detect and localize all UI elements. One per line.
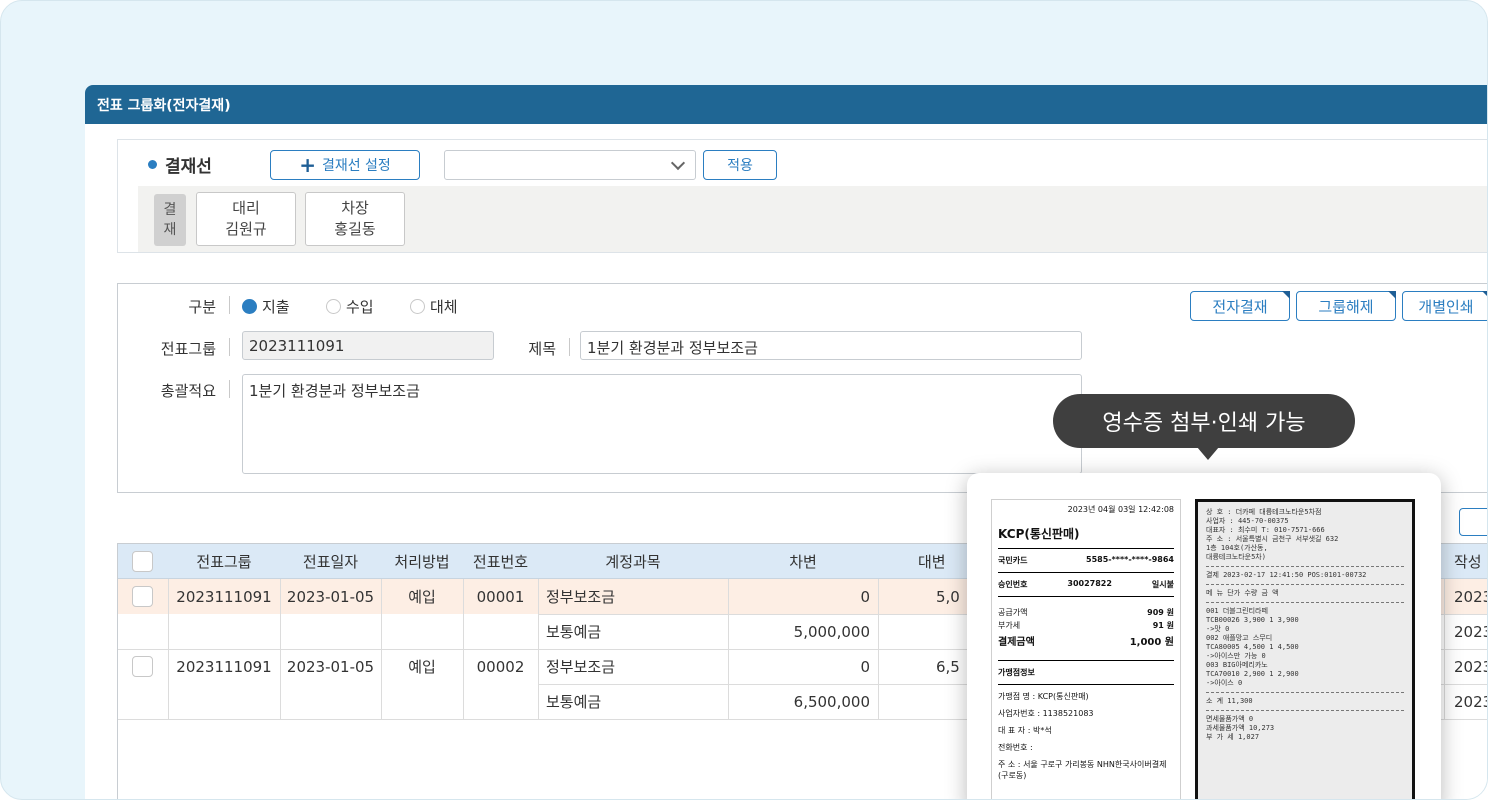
divider [229, 380, 230, 398]
cell-debit[interactable]: 6,500,000 [728, 684, 870, 719]
type-label: 구분 [188, 298, 216, 316]
cell-account[interactable]: 정부보조금 [546, 579, 726, 614]
voucher-form: 구분 지출 수입 대체 전자결재 그룹해제 개별인쇄 전표그룹 20231110… [117, 283, 1487, 493]
bullet-dot-icon [148, 160, 157, 169]
screenshot-frame: 전표 그룹화(전자결재) 결재선 + 결재선 설정 적용 결 재 대리 김원규 … [0, 0, 1488, 800]
divider [998, 684, 1174, 685]
summary-textarea[interactable]: 1분기 환경분과 정부보조금 [242, 374, 1082, 474]
column-header[interactable]: 전표일자 [280, 544, 381, 579]
cell-account[interactable]: 보통예금 [546, 684, 726, 719]
cell-account[interactable]: 보통예금 [546, 614, 726, 649]
column-header[interactable]: 차변 [728, 544, 878, 579]
divider [229, 296, 230, 314]
divider [998, 596, 1174, 597]
approver-card[interactable]: 대리 김원규 [196, 192, 296, 246]
column-header[interactable]: 전표번호 [463, 544, 538, 579]
divider [998, 660, 1174, 661]
group-label: 전표그룹 [160, 340, 216, 358]
column-header[interactable]: 전표그룹 [168, 544, 280, 579]
column-header[interactable]: 처리방법 [381, 544, 463, 579]
cell-voucher-number[interactable]: 00001 [463, 579, 538, 614]
card-receipt-image: 2023년 04월 03일 12:42:08 KCP(통신판매) 국민카드 558… [991, 499, 1181, 799]
row-checkbox[interactable] [132, 656, 153, 677]
column-header[interactable]: 계정과목 [538, 544, 728, 579]
ungroup-button[interactable]: 그룹해제 [1296, 291, 1396, 321]
col-divider [538, 579, 539, 719]
radio-expense[interactable]: 지출 [242, 296, 290, 317]
cell-voucher-date[interactable]: 2023-01-05 [280, 649, 381, 684]
cell-method[interactable]: 예입 [381, 579, 463, 614]
divider [229, 338, 230, 356]
chevron-down-icon [670, 155, 686, 171]
voucher-group-field[interactable]: 2023111091 [242, 331, 494, 360]
receipt-tooltip: 영수증 첨부·인쇄 가능 [1053, 394, 1355, 448]
cell-voucher-group[interactable]: 2023111091 [168, 579, 280, 614]
radio-checked-icon [242, 299, 257, 314]
plus-icon: + [299, 153, 316, 177]
cell-voucher-number[interactable]: 00002 [463, 649, 538, 684]
approver-card[interactable]: 차장 홍길동 [305, 192, 405, 246]
approval-line-select[interactable] [444, 150, 696, 180]
cell-writer[interactable]: 2023 [1454, 579, 1487, 614]
row-checkbox[interactable] [132, 586, 153, 607]
radio-transfer[interactable]: 대체 [410, 296, 458, 317]
cell-writer[interactable]: 2023 [1454, 684, 1487, 719]
approval-line-title: 결재선 [148, 152, 212, 177]
divider [998, 548, 1174, 549]
col-divider [1444, 579, 1445, 719]
receipt-preview-popup: 2023년 04월 03일 12:42:08 KCP(통신판매) 국민카드 558… [967, 473, 1441, 799]
column-header[interactable]: 작성 [1454, 544, 1487, 579]
approver-strip: 결 재 대리 김원규 차장 홍길동 [138, 186, 1487, 252]
cell-voucher-group[interactable]: 2023111091 [168, 649, 280, 684]
window-title: 전표 그룹화(전자결재) [85, 85, 1487, 124]
tooltip-arrow [1197, 447, 1219, 460]
radio-unchecked-icon [326, 299, 341, 314]
cell-voucher-date[interactable]: 2023-01-05 [280, 579, 381, 614]
cell-writer[interactable]: 2023 [1454, 614, 1487, 649]
cell-debit[interactable]: 0 [728, 649, 870, 684]
cafe-receipt-text: 상 호 : 더카페 대륭테크노타운5차점 사업자 : 445-70-00375 … [1198, 502, 1412, 799]
receipt-merchant-title: KCP(통신판매) [998, 527, 1080, 541]
cell-account[interactable]: 정부보조금 [546, 649, 726, 684]
e-approval-button[interactable]: 전자결재 [1190, 291, 1290, 321]
radio-unchecked-icon [410, 299, 425, 314]
apply-button[interactable]: 적용 [703, 150, 777, 180]
radio-income[interactable]: 수입 [326, 296, 374, 317]
approval-line-setting-button[interactable]: + 결재선 설정 [270, 150, 420, 180]
cell-writer[interactable]: 2023 [1454, 649, 1487, 684]
subject-field[interactable]: 1분기 환경분과 정부보조금 [580, 331, 1082, 360]
cell-debit[interactable]: 5,000,000 [728, 614, 870, 649]
approval-line-panel: 결재선 + 결재선 설정 적용 결 재 대리 김원규 차장 홍길동 [117, 139, 1487, 253]
select-all-checkbox[interactable] [132, 551, 153, 572]
individual-print-button[interactable]: 개별인쇄 [1402, 291, 1487, 321]
cafe-receipt-photo: 상 호 : 더카페 대륭테크노타운5차점 사업자 : 445-70-00375 … [1195, 499, 1415, 799]
divider [569, 338, 570, 356]
summary-label: 총괄적요 [160, 382, 216, 400]
divider [998, 572, 1174, 573]
subject-label: 제목 [528, 340, 556, 358]
grid-action-button[interactable] [1459, 508, 1487, 536]
approval-head-label: 결 재 [154, 194, 186, 246]
cell-debit[interactable]: 0 [728, 579, 870, 614]
receipt-datetime: 2023년 04월 03일 12:42:08 [1067, 505, 1174, 514]
cell-method[interactable]: 예입 [381, 649, 463, 684]
col-divider [878, 579, 879, 719]
